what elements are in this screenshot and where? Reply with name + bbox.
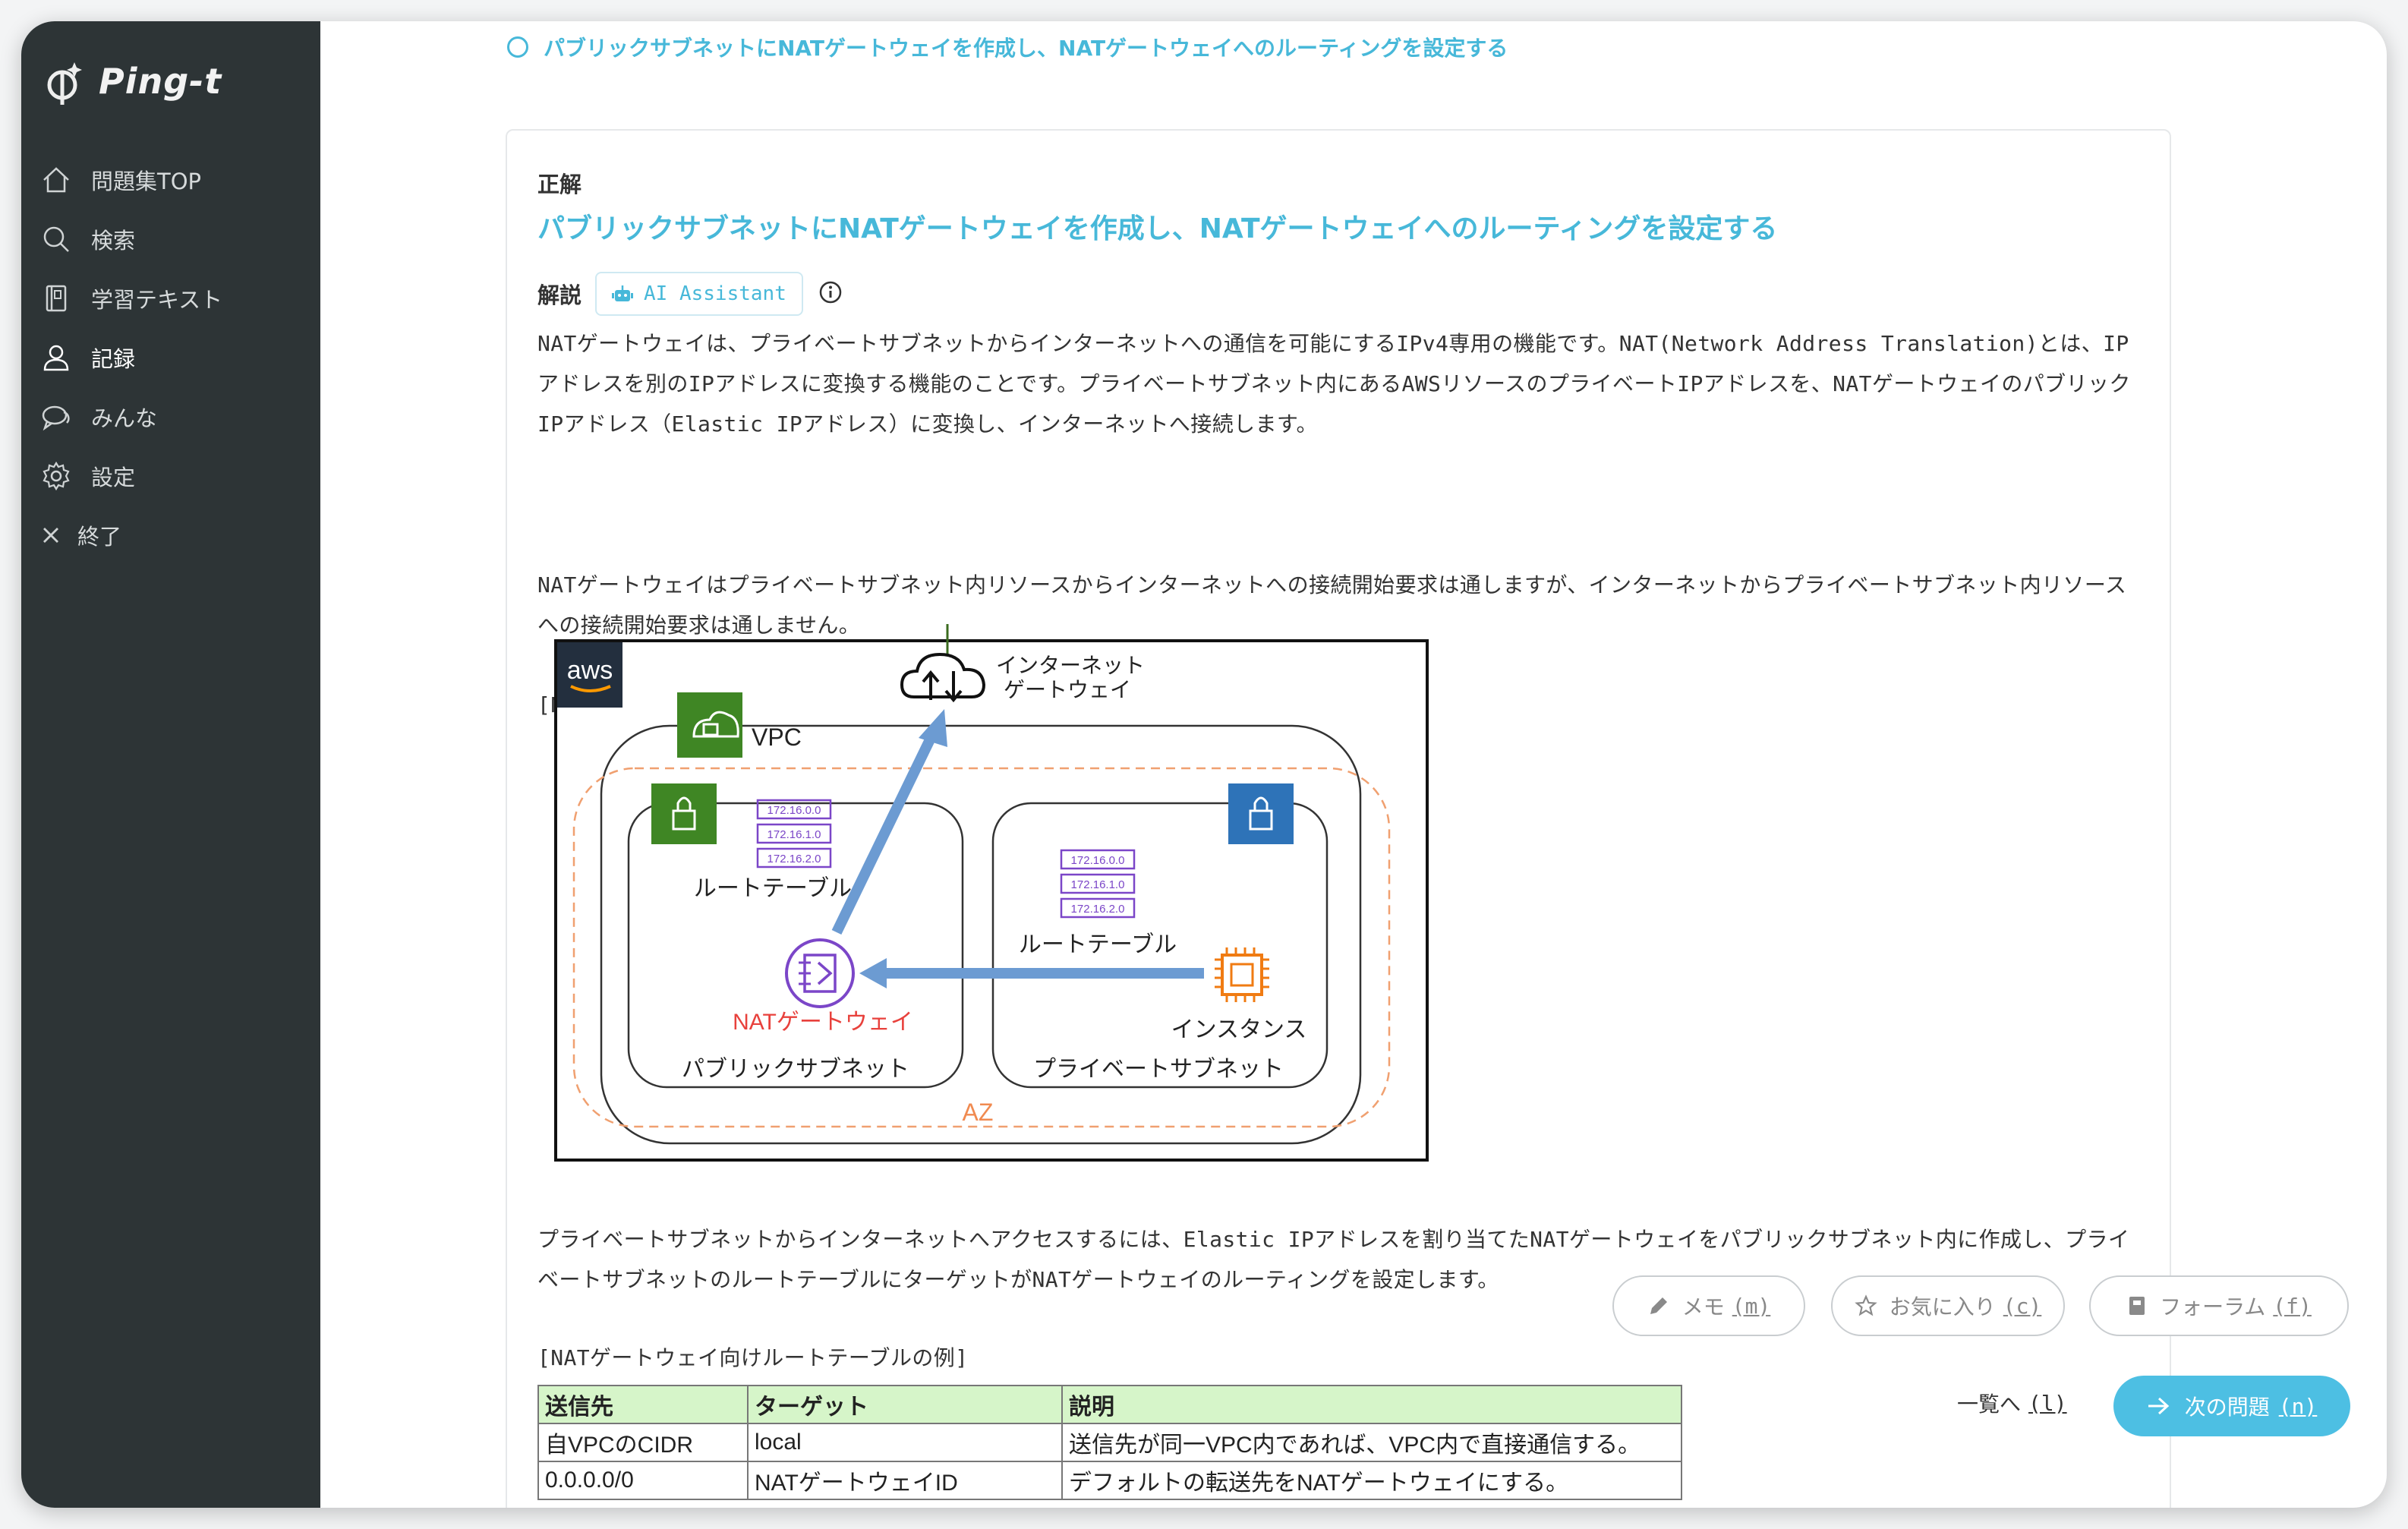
selected-choice-text: パブリックサブネットにNATゲートウェイを作成し、NATゲートウェイへのルーティ… bbox=[544, 36, 1508, 61]
sidebar-item-records[interactable]: 記録 bbox=[21, 328, 320, 387]
public-subnet-lock-icon bbox=[651, 783, 717, 844]
sidebar-nav: 問題集TOP 検索 学習テキスト 記録 みんな 設定 終了 bbox=[21, 150, 320, 565]
answer-heading: 正解 bbox=[537, 172, 582, 197]
route-table-example: 送信先 ターゲット 説明 自VPCのCIDR local 送信先が同一VPC内で… bbox=[537, 1385, 1682, 1500]
pencil-icon bbox=[1650, 1297, 1667, 1314]
favorite-button[interactable]: お気に入り (c) bbox=[1831, 1275, 2065, 1336]
table-cell: 送信先が同一VPC内であれば、VPC内で直接通信する。 bbox=[1061, 1423, 1682, 1462]
next-label: 次の問題 bbox=[2184, 1395, 2270, 1420]
memo-shortcut: (m) bbox=[1732, 1293, 1771, 1319]
cidr-label: 172.16.1.0 bbox=[1071, 878, 1125, 891]
sidebar-item-textbook[interactable]: 学習テキスト bbox=[21, 269, 320, 328]
vpc-icon bbox=[677, 692, 742, 758]
sidebar-item-label: 検索 bbox=[91, 228, 136, 254]
table-header-row: 送信先 ターゲット 説明 bbox=[537, 1385, 1682, 1424]
public-route-table-icon: 172.16.0.0 172.16.1.0 172.16.2.0 bbox=[756, 799, 832, 869]
next-shortcut: (n) bbox=[2278, 1393, 2318, 1419]
ping-t-logo-icon bbox=[47, 62, 82, 105]
info-icon[interactable] bbox=[818, 280, 843, 307]
sidebar-item-label: 学習テキスト bbox=[91, 287, 223, 313]
cidr-label: 172.16.0.0 bbox=[767, 804, 821, 817]
instance-label: インスタンス bbox=[1171, 1017, 1307, 1042]
cidr-label: 172.16.0.0 bbox=[1071, 854, 1125, 867]
logo[interactable]: Ping-t bbox=[44, 56, 222, 106]
cidr-label: 172.16.1.0 bbox=[767, 828, 821, 841]
nat-gateway-diagram: aws VPC AZ パブリックサブネット プライベートサブネット 172.16… bbox=[554, 624, 1429, 1162]
forum-button[interactable]: フォーラム (f) bbox=[2089, 1275, 2349, 1336]
table-cell: デフォルトの転送先をNATゲートウェイにする。 bbox=[1061, 1461, 1682, 1500]
memo-button[interactable]: メモ (m) bbox=[1612, 1275, 1805, 1336]
star-icon bbox=[1854, 1294, 1877, 1316]
sidebar-item-community[interactable]: みんな bbox=[21, 387, 320, 446]
back-to-list-link[interactable]: 一覧へ (l) bbox=[1957, 1388, 2067, 1418]
private-route-table-icon: 172.16.0.0 172.16.1.0 172.16.2.0 bbox=[1060, 849, 1136, 919]
ai-assistant-button[interactable]: AI Assistant bbox=[595, 272, 803, 316]
private-subnet-lock-icon bbox=[1228, 783, 1294, 844]
ec2-instance-icon bbox=[1213, 946, 1271, 1004]
public-subnet-label: パブリックサブネット bbox=[682, 1057, 909, 1082]
sidebar-item-label: 終了 bbox=[77, 524, 122, 550]
aws-logo-icon: aws bbox=[557, 642, 622, 708]
memo-label: メモ bbox=[1682, 1294, 1725, 1319]
forum-label: フォーラム bbox=[2160, 1294, 2266, 1319]
explanation-header: 解説 AI Assistant bbox=[537, 272, 843, 316]
aws-logo-text: aws bbox=[567, 656, 613, 685]
user-icon bbox=[38, 339, 74, 376]
cidr-label: 172.16.2.0 bbox=[767, 853, 821, 865]
cidr-label: 172.16.2.0 bbox=[1071, 903, 1125, 916]
sidebar-item-search[interactable]: 検索 bbox=[21, 210, 320, 269]
table-cell: local bbox=[747, 1423, 1063, 1462]
favorite-label: お気に入り bbox=[1889, 1294, 1996, 1319]
explanation-paragraph-1: NATゲートウェイは、プライベートサブネットからインターネットへの通信を可能にす… bbox=[537, 331, 2131, 437]
close-icon bbox=[38, 517, 64, 553]
table-row: 自VPCのCIDR local 送信先が同一VPC内であれば、VPC内で直接通信… bbox=[537, 1423, 1682, 1462]
forum-shortcut: (f) bbox=[2273, 1293, 2312, 1319]
private-route-table-label: ルートテーブル bbox=[1019, 932, 1177, 957]
selected-choice[interactable]: パブリックサブネットにNATゲートウェイを作成し、NATゲートウェイへのルーティ… bbox=[507, 32, 1508, 62]
table-header: 送信先 bbox=[537, 1385, 749, 1424]
nat-gateway-label: NATゲートウェイ bbox=[733, 1010, 913, 1035]
table-cell: NATゲートウェイID bbox=[747, 1461, 1063, 1500]
answer-text: パブリックサブネットにNATゲートウェイを作成し、NATゲートウェイへのルーティ… bbox=[537, 213, 1778, 244]
sidebar: Ping-t 問題集TOP 検索 学習テキスト 記録 みんな 設定 終了 bbox=[21, 21, 320, 1508]
sidebar-item-settings[interactable]: 設定 bbox=[21, 446, 320, 506]
sidebar-item-label: 問題集TOP bbox=[91, 169, 202, 194]
logo-text: Ping-t bbox=[99, 61, 222, 102]
az-label: AZ bbox=[963, 1099, 994, 1126]
arrow-right-icon bbox=[2148, 1397, 2169, 1415]
next-question-button[interactable]: 次の問題 (n) bbox=[2113, 1376, 2350, 1436]
igw-label-line1: インターネット bbox=[996, 654, 1145, 677]
robot-icon bbox=[612, 285, 634, 301]
nat-gateway-icon bbox=[785, 938, 855, 1008]
chat-icon bbox=[38, 399, 74, 435]
table-cell: 自VPCのCIDR bbox=[537, 1423, 749, 1462]
vpc-label: VPC bbox=[752, 724, 802, 751]
ai-assistant-label: AI Assistant bbox=[644, 282, 786, 305]
sidebar-item-label: 設定 bbox=[91, 465, 136, 490]
public-route-table-label: ルートテーブル bbox=[694, 876, 852, 901]
private-subnet-label: プライベートサブネット bbox=[1033, 1057, 1284, 1082]
main-content: パブリックサブネットにNATゲートウェイを作成し、NATゲートウェイへのルーティ… bbox=[320, 21, 2387, 1508]
sidebar-item-label: みんな bbox=[91, 405, 158, 431]
table-row: 0.0.0.0/0 NATゲートウェイID デフォルトの転送先をNATゲートウェ… bbox=[537, 1461, 1682, 1500]
gear-icon bbox=[38, 458, 74, 494]
list-shortcut: (l) bbox=[2028, 1390, 2067, 1416]
home-icon bbox=[38, 162, 74, 198]
table-header: 説明 bbox=[1061, 1385, 1682, 1424]
route-table-caption: [NATゲートウェイ向けルートテーブルの例] bbox=[537, 1345, 969, 1370]
list-label: 一覧へ bbox=[1957, 1392, 2022, 1417]
favorite-shortcut: (c) bbox=[2003, 1293, 2042, 1319]
circle-correct-icon bbox=[507, 36, 528, 58]
search-icon bbox=[38, 221, 74, 257]
sidebar-item-exit[interactable]: 終了 bbox=[21, 506, 320, 565]
app-window: Ping-t 問題集TOP 検索 学習テキスト 記録 みんな 設定 終了 パブリ… bbox=[21, 21, 2387, 1508]
table-header: ターゲット bbox=[747, 1385, 1063, 1424]
table-cell: 0.0.0.0/0 bbox=[537, 1461, 749, 1500]
book-icon bbox=[38, 280, 74, 317]
sidebar-item-top[interactable]: 問題集TOP bbox=[21, 150, 320, 210]
igw-label-line2: ゲートウェイ bbox=[1004, 678, 1131, 701]
sidebar-item-label: 記録 bbox=[91, 346, 136, 372]
explanation-label: 解説 bbox=[537, 282, 582, 308]
forum-book-icon bbox=[2129, 1297, 2145, 1315]
